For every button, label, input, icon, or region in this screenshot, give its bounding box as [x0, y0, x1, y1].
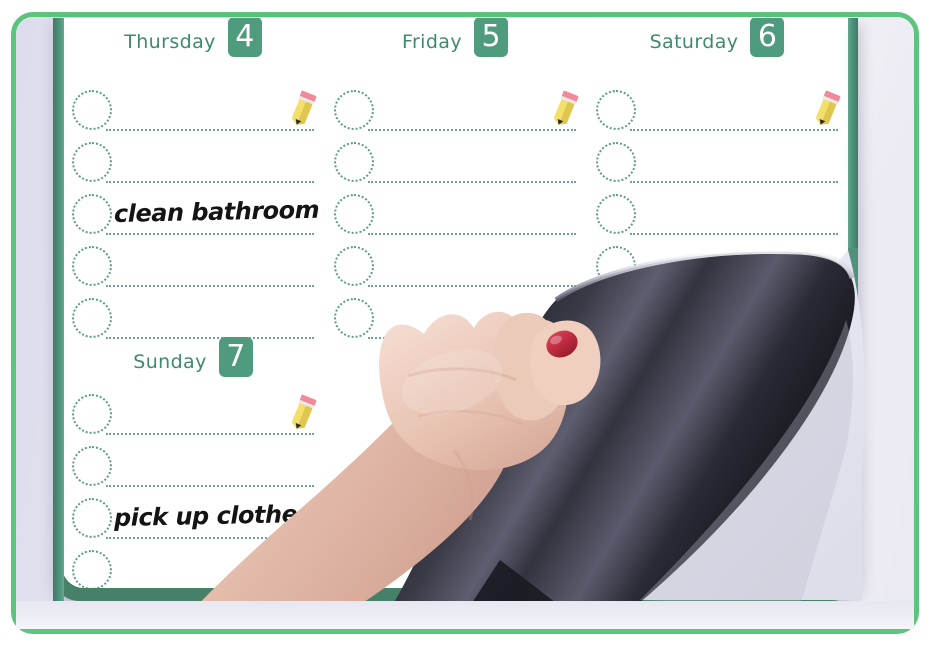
- day-number-badge: 6: [750, 18, 785, 57]
- product-photo: oor Thursday 4: [0, 0, 930, 646]
- task-text: [114, 138, 325, 182]
- task-row[interactable]: [586, 192, 848, 240]
- task-text: [638, 242, 848, 286]
- checkbox-circle-icon[interactable]: [596, 142, 636, 182]
- day-name-label: Saturday: [649, 31, 739, 53]
- task-row[interactable]: clean bathroom: [62, 192, 324, 240]
- task-text: [114, 546, 325, 588]
- checkbox-circle-icon[interactable]: [596, 246, 636, 286]
- task-row[interactable]: [62, 392, 324, 440]
- surface-bottom-strip: [16, 601, 914, 629]
- task-row[interactable]: [324, 244, 586, 292]
- day-header-friday: Friday 5: [324, 18, 586, 62]
- checkbox-circle-icon[interactable]: [334, 142, 374, 182]
- checkbox-circle-icon[interactable]: [72, 394, 112, 434]
- day-name-label: Sunday: [133, 351, 207, 373]
- checkbox-circle-icon[interactable]: [596, 298, 636, 338]
- day-name-label: Thursday: [124, 31, 216, 53]
- checkbox-circle-icon[interactable]: [334, 90, 374, 130]
- task-text: [638, 138, 848, 182]
- day-number-badge: 4: [227, 18, 262, 57]
- task-row[interactable]: [324, 140, 586, 188]
- checkbox-circle-icon[interactable]: [72, 298, 112, 338]
- task-row[interactable]: [62, 88, 324, 136]
- task-text: [376, 190, 587, 234]
- checkbox-circle-icon[interactable]: [72, 90, 112, 130]
- task-text: [114, 242, 325, 286]
- day-number-badge: 5: [474, 18, 508, 57]
- checkbox-circle-icon[interactable]: [596, 90, 636, 130]
- task-row[interactable]: [62, 444, 324, 492]
- task-row[interactable]: [586, 140, 848, 188]
- checkbox-circle-icon[interactable]: [72, 246, 112, 286]
- checkbox-circle-icon[interactable]: [72, 142, 112, 182]
- task-text: [376, 242, 587, 286]
- checkbox-circle-icon[interactable]: [334, 246, 374, 286]
- task-text: pick up clothes: [113, 499, 312, 532]
- task-row[interactable]: [324, 88, 586, 136]
- checkbox-circle-icon[interactable]: [72, 194, 112, 234]
- task-text: [376, 138, 587, 182]
- task-text: [114, 442, 325, 486]
- task-row[interactable]: [324, 192, 586, 240]
- task-row[interactable]: [586, 88, 848, 136]
- checkbox-circle-icon[interactable]: [72, 498, 112, 538]
- task-row[interactable]: [586, 244, 848, 292]
- checkbox-circle-icon[interactable]: [72, 550, 112, 588]
- board-right-edge: [848, 18, 858, 248]
- board-left-edge: [53, 18, 64, 601]
- checkbox-circle-icon[interactable]: [72, 446, 112, 486]
- day-number-badge: 7: [218, 337, 253, 377]
- task-row[interactable]: [62, 140, 324, 188]
- task-text: [114, 294, 325, 338]
- task-text: [376, 294, 587, 338]
- task-row[interactable]: [62, 244, 324, 292]
- task-row[interactable]: pick up clothes: [62, 496, 324, 544]
- day-header-sunday: Sunday 7: [62, 337, 324, 382]
- day-name-label: Friday: [402, 31, 462, 53]
- task-text: [638, 190, 848, 234]
- task-row[interactable]: [324, 296, 586, 344]
- checkbox-circle-icon[interactable]: [596, 194, 636, 234]
- task-row[interactable]: [62, 296, 324, 344]
- task-text: clean bathroom: [113, 195, 320, 228]
- day-header-thursday: Thursday 4: [62, 18, 324, 62]
- day-header-saturday: Saturday 6: [586, 18, 848, 62]
- checkbox-circle-icon[interactable]: [334, 298, 374, 338]
- checkbox-circle-icon[interactable]: [334, 194, 374, 234]
